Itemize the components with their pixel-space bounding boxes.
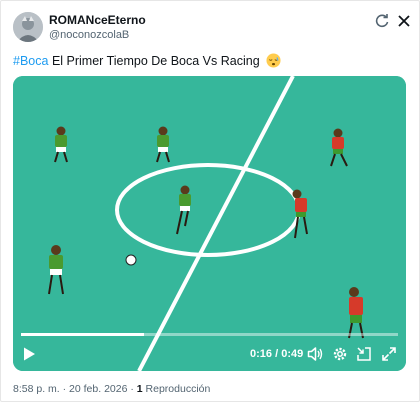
- post-card: ROMANceEterno @noconozcolaB #Boca El Pri…: [0, 0, 420, 402]
- views-count: 1: [136, 383, 143, 395]
- meta-separator: ·: [62, 383, 67, 395]
- user-handle[interactable]: @noconozcolaB: [49, 29, 129, 41]
- settings-icon[interactable]: [332, 346, 348, 362]
- sleepy-face-icon: [266, 53, 281, 68]
- avatar-image: [13, 12, 43, 42]
- meta-separator: ·: [130, 383, 134, 395]
- post-text: #Boca El Primer Tiempo De Boca Vs Racing: [13, 53, 281, 68]
- display-name[interactable]: ROMANceEterno: [49, 13, 146, 27]
- close-icon[interactable]: [396, 13, 412, 29]
- pip-icon[interactable]: [356, 346, 372, 362]
- views-label: Reproducción: [145, 383, 211, 395]
- video-time: 0:16 / 0:49: [250, 348, 303, 360]
- time-separator: /: [275, 348, 279, 360]
- play-icon[interactable]: [21, 346, 37, 362]
- post-meta: 8:58 p. m. · 20 feb. 2026 · 1 Reproducci…: [13, 383, 210, 395]
- video-frame: [13, 76, 406, 371]
- video-player[interactable]: 0:16 / 0:49: [13, 76, 406, 371]
- volume-icon[interactable]: [307, 346, 323, 362]
- progress-bar[interactable]: [21, 333, 398, 336]
- refresh-icon[interactable]: [374, 13, 390, 29]
- progress-fill: [21, 333, 144, 336]
- post-text-body: El Primer Tiempo De Boca Vs Racing: [51, 54, 260, 68]
- post-time[interactable]: 8:58 p. m.: [13, 383, 60, 395]
- current-time: 0:16: [250, 348, 273, 360]
- fullscreen-icon[interactable]: [381, 346, 397, 362]
- duration: 0:49: [281, 348, 304, 360]
- avatar[interactable]: [13, 12, 43, 42]
- hashtag-link[interactable]: #Boca: [13, 54, 48, 68]
- post-date[interactable]: 20 feb. 2026: [69, 383, 127, 395]
